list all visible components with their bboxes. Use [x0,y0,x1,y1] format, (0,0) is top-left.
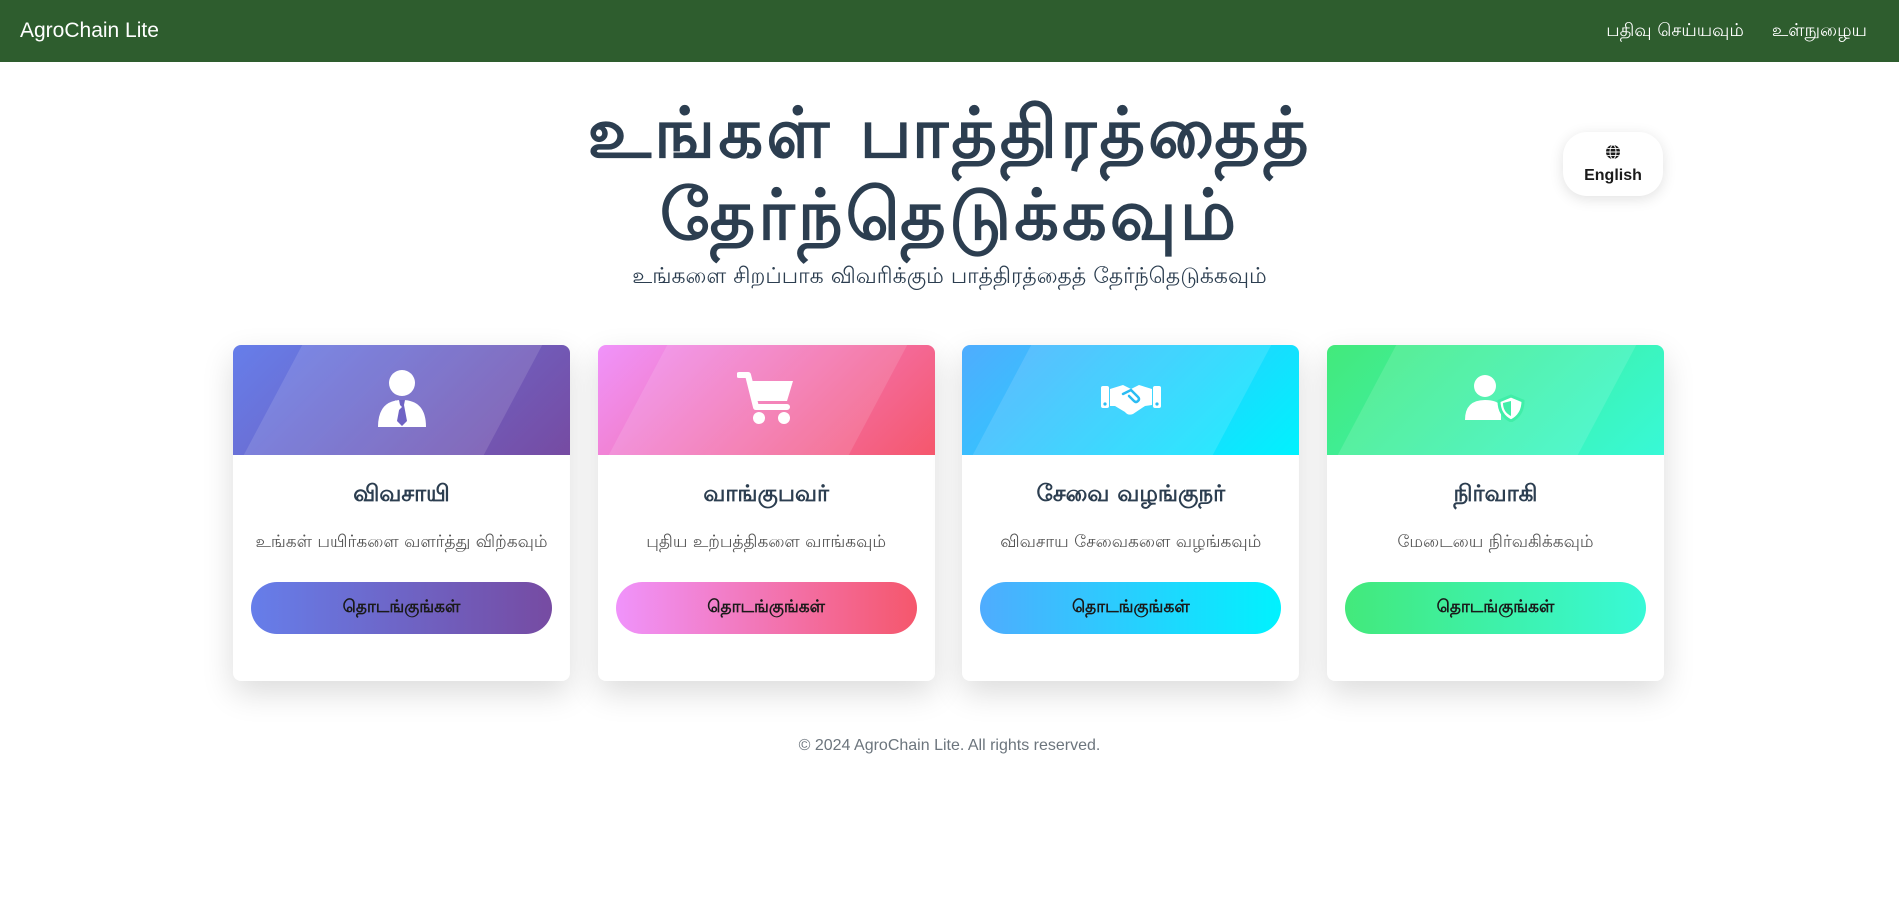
role-card-description: மேடையை நிர்வகிக்கவும் [1397,532,1594,552]
globe-icon [1605,144,1621,164]
role-card-title: நிர்வாகி [1453,481,1538,507]
role-card-body: சேவை வழங்குநர் விவசாய சேவைகளை வழங்கவும் … [962,455,1299,634]
role-card-service-provider: சேவை வழங்குநர் விவசாய சேவைகளை வழங்கவும் … [962,345,1300,681]
role-card-title: வாங்குபவர் [703,481,829,507]
role-card-body: வாங்குபவர் புதிய உற்பத்திகளை வாங்கவும் த… [598,455,935,634]
role-card-body: நிர்வாகி மேடையை நிர்வகிக்கவும் தொடங்குங்… [1327,455,1664,634]
language-label: English [1584,166,1642,184]
page-title-line-2: தேர்ந்தெடுக்கவும் [659,174,1240,256]
user-shield-icon [1465,374,1525,426]
role-card-buyer: வாங்குபவர் புதிய உற்பத்திகளை வாங்கவும் த… [597,345,935,681]
get-started-button-admin[interactable]: தொடங்குங்கள் [1344,582,1646,634]
role-card-farmer: விவசாயி உங்கள் பயிர்களை வளர்த்து விற்கவு… [233,345,570,681]
nav-register-link[interactable]: பதிவு செய்யவும் [1606,20,1744,43]
get-started-button-buyer[interactable]: தொடங்குங்கள் [615,582,917,634]
nav-links: பதிவு செய்யவும் உள்நுழைய [1606,20,1879,43]
role-card-title: சேவை வழங்குநர் [1036,481,1226,507]
role-card-header [233,345,570,455]
get-started-button-service-provider[interactable]: தொடங்குங்கள் [980,582,1282,634]
farmer-icon [376,369,428,431]
page-title-line-1: உங்கள் பாத்திரத்தைத் [587,92,1312,174]
role-card-admin: நிர்வாகி மேடையை நிர்வகிக்கவும் தொடங்குங்… [1326,345,1664,681]
role-card-header [597,345,935,455]
page-subtitle: உங்களை சிறப்பாக விவரிக்கும் பாத்திரத்தைத… [632,264,1267,289]
get-started-button-farmer[interactable]: தொடங்குங்கள் [251,582,552,634]
footer: © 2024 AgroChain Lite. All rights reserv… [798,737,1101,754]
role-card-description: உங்கள் பயிர்களை வளர்த்து விற்கவும் [255,532,548,552]
role-card-description: புதிய உற்பத்திகளை வாங்கவும் [646,532,887,552]
handshake-icon [1100,380,1161,420]
cart-icon [736,371,795,429]
nav-login-link[interactable]: உள்நுழைய [1772,20,1867,43]
role-card-header [1326,345,1664,455]
role-card-body: விவசாயி உங்கள் பயிர்களை வளர்த்து விற்கவு… [233,455,570,634]
role-card-description: விவசாய சேவைகளை வழங்கவும் [1000,532,1262,552]
role-card-title: விவசாயி [353,481,450,507]
language-toggle-button[interactable]: English [1563,132,1663,196]
navbar: AgroChain Lite பதிவு செய்யவும் உள்நுழைய [0,0,1899,62]
role-card-header [962,345,1300,455]
brand-logo[interactable]: AgroChain Lite [20,19,159,43]
role-cards: விவசாயி உங்கள் பயிர்களை வளர்த்து விற்கவு… [233,345,1664,681]
